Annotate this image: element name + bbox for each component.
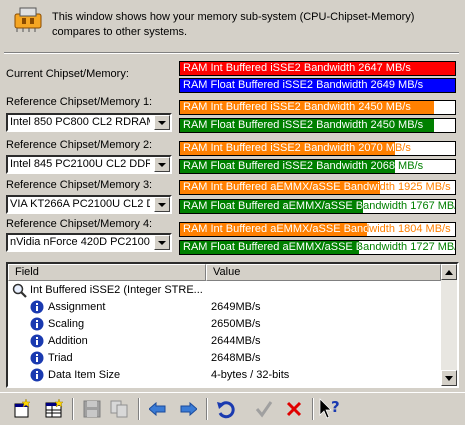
toolbar-separator [206,398,208,420]
reference-1-selected: Intel 850 PC800 CL2 RDRAM ( [10,116,150,128]
toolbar-separator [312,398,314,420]
arrow-up-icon [445,269,453,275]
reference-4-float-bar: RAM Float Buffered aEMMX/aSSE Bandwidth … [179,240,456,255]
cancel-button[interactable] [282,397,306,421]
current-float-bandwidth-bar: RAM Float Buffered iSSE2 Bandwidth 2649 … [179,78,456,93]
back-arrow-icon [149,402,166,416]
new-report-button[interactable] [10,397,34,421]
info-icon [30,317,44,334]
ok-check-icon [255,401,273,418]
current-chipset-label: Current Chipset/Memory: [6,68,129,80]
list-item[interactable]: Triad 2648MB/s [8,350,441,367]
results-list[interactable]: Field Value Int Buffered iSSE2 (Integer … [6,262,459,388]
reference-4-int-bar: RAM Int Buffered aEMMX/aSSE Bandwidth 18… [179,222,456,237]
refresh-icon [217,401,235,419]
save-button[interactable] [80,397,104,421]
list-header: Field Value [8,264,441,281]
chevron-down-icon [158,202,166,207]
column-header-value[interactable]: Value [206,264,441,281]
bar-text: RAM Int Buffered iSSE2 Bandwidth 2450 MB… [183,101,411,113]
field-cell: Assignment [48,301,106,313]
value-cell: 2644MB/s [211,335,261,347]
chevron-down-icon [158,120,166,125]
toolbar-separator [72,398,74,420]
reference-3-selected: VIA KT266A PC2100U CL2 DD [10,198,150,210]
reference-4-select[interactable]: nVidia nForce 420D PC2100U [6,233,172,252]
header-divider [4,52,459,54]
scroll-up-button[interactable] [441,264,457,280]
value-cell: 2648MB/s [211,352,261,364]
bar-text: RAM Int Buffered iSSE2 Bandwidth 2647 MB… [183,62,411,74]
info-icon [30,300,44,317]
reference-1-label: Reference Chipset/Memory 1: [6,96,153,108]
reference-2-label: Reference Chipset/Memory 2: [6,139,153,151]
column-header-field[interactable]: Field [8,264,206,281]
chevron-down-icon [158,162,166,167]
arrow-down-icon [445,375,453,381]
forward-arrow-icon [180,402,197,416]
list-rows: Int Buffered iSSE2 (Integer STRE... Assig… [8,282,441,384]
value-cell: 2649MB/s [211,301,261,313]
list-item[interactable]: Data Item Size 4-bytes / 32-bits [8,367,441,384]
vertical-scrollbar[interactable] [441,264,457,386]
new-report-icon [14,399,31,418]
reference-3-float-bar: RAM Float Buffered aEMMX/aSSE Bandwidth … [179,199,456,214]
dropdown-button[interactable] [154,197,170,212]
value-cell: 2650MB/s [211,318,261,330]
memory-chip-icon [14,7,42,32]
forward-button[interactable] [176,397,200,421]
save-icon [83,400,101,418]
reference-3-label: Reference Chipset/Memory 3: [6,179,153,191]
dropdown-button[interactable] [154,115,170,130]
chevron-down-icon [158,240,166,245]
reference-2-select[interactable]: Intel 845 PC2100U CL2 DDR ( [6,155,172,174]
field-cell: Int Buffered iSSE2 (Integer STRE... [30,284,203,296]
field-cell: Triad [48,352,73,364]
refresh-button[interactable] [214,397,238,421]
ok-button[interactable] [252,397,276,421]
reference-1-int-bar: RAM Int Buffered iSSE2 Bandwidth 2450 MB… [179,100,456,115]
window-description: This window shows how your memory sub-sy… [52,11,415,38]
header: This window shows how your memory sub-sy… [0,0,465,48]
reference-4-label: Reference Chipset/Memory 4: [6,218,153,230]
list-item[interactable]: Addition 2644MB/s [8,333,441,350]
cancel-x-icon [286,401,302,417]
dropdown-button[interactable] [154,235,170,250]
bar-text: RAM Float Buffered iSSE2 Bandwidth 2649 … [183,79,424,91]
list-item[interactable]: Assignment 2649MB/s [8,299,441,316]
field-cell: Data Item Size [48,369,121,381]
reference-2-int-bar: RAM Int Buffered iSSE2 Bandwidth 2070 MB… [179,141,456,156]
svg-text:?: ? [331,398,340,416]
copy-button[interactable] [108,397,132,421]
back-button[interactable] [146,397,170,421]
info-icon [30,351,44,368]
scroll-down-button[interactable] [441,370,457,386]
reference-1-float-bar: RAM Float Buffered iSSE2 Bandwidth 2450 … [179,118,456,133]
help-pointer-icon: ? [319,398,340,419]
help-button[interactable]: ? [318,397,342,421]
list-item[interactable]: Int Buffered iSSE2 (Integer STRE... [8,282,441,299]
table-report-button[interactable] [42,397,66,421]
toolbar: ? [0,392,465,425]
reference-3-select[interactable]: VIA KT266A PC2100U CL2 DD [6,195,172,214]
list-item[interactable]: Scaling 2650MB/s [8,316,441,333]
info-icon [30,368,44,385]
reference-3-int-bar: RAM Int Buffered aEMMX/aSSE Bandwidth 19… [179,180,456,195]
toolbar-separator [138,398,140,420]
reference-4-selected: nVidia nForce 420D PC2100U [10,236,150,248]
reference-2-selected: Intel 845 PC2100U CL2 DDR ( [10,158,150,170]
dropdown-button[interactable] [154,157,170,172]
value-cell: 4-bytes / 32-bits [211,369,290,381]
current-int-bandwidth-bar: RAM Int Buffered iSSE2 Bandwidth 2647 MB… [179,61,456,76]
copy-icon [110,400,128,418]
reference-2-float-bar: RAM Float Buffered iSSE2 Bandwidth 2068 … [179,159,456,174]
info-icon [30,334,44,351]
reference-1-select[interactable]: Intel 850 PC800 CL2 RDRAM ( [6,113,172,132]
table-report-icon [45,399,64,418]
field-cell: Addition [48,335,88,347]
bar-text: RAM Float Buffered iSSE2 Bandwidth 2450 … [183,119,424,131]
field-cell: Scaling [48,318,85,330]
